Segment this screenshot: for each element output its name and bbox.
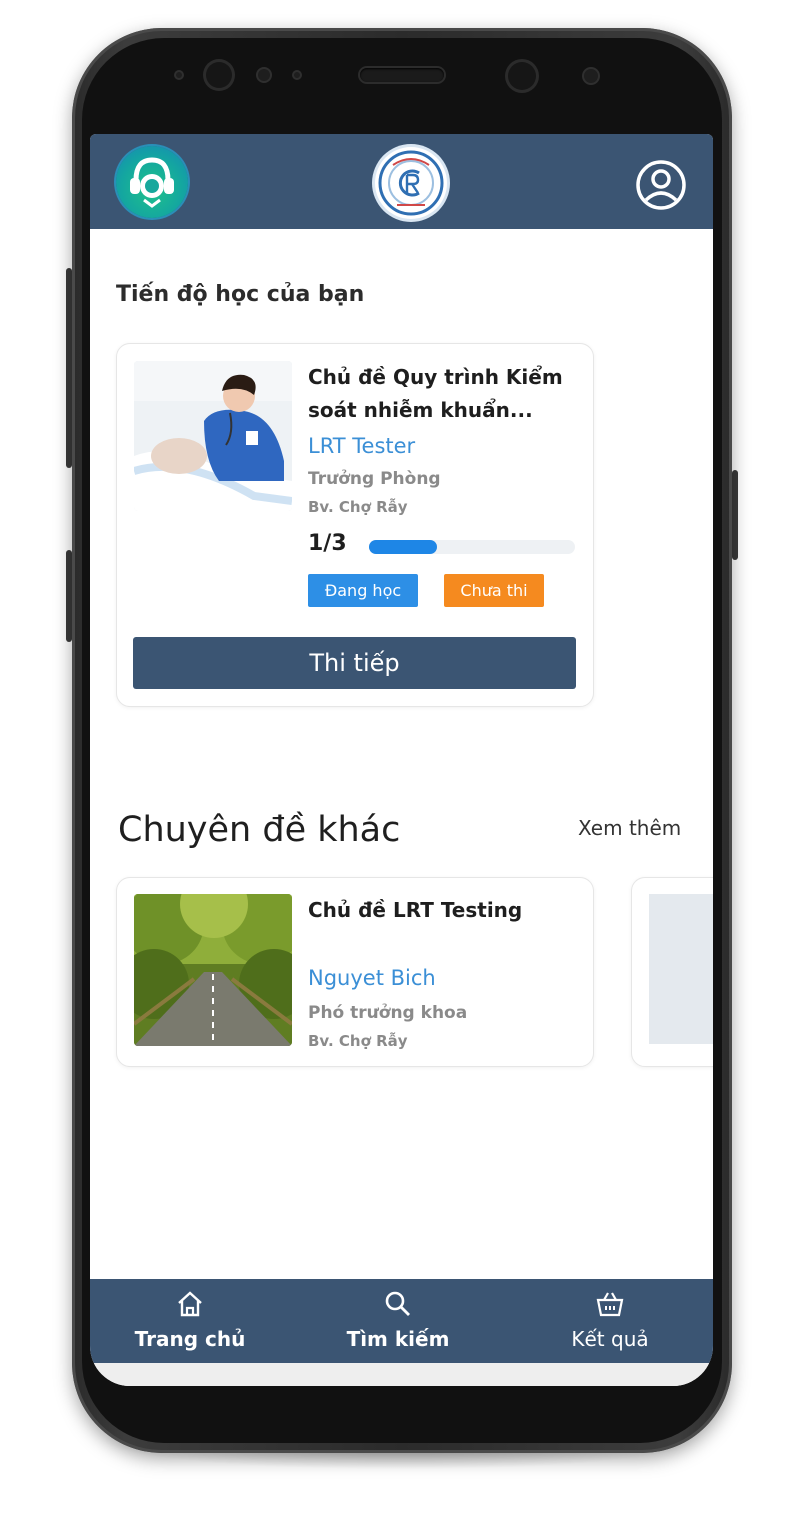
sensor-dot bbox=[294, 72, 300, 78]
author-hospital: Bv. Chợ Rẫy bbox=[308, 1032, 408, 1050]
sensor-dot bbox=[584, 69, 598, 83]
course-author[interactable]: Nguyet Bich bbox=[308, 966, 436, 990]
nav-item-search[interactable]: Tìm kiếm bbox=[328, 1279, 468, 1363]
see-more-link[interactable]: Xem thêm bbox=[578, 816, 681, 840]
sensor-dot bbox=[258, 69, 270, 81]
status-badge-not-tested: Chưa thi bbox=[444, 574, 544, 607]
progress-bar bbox=[369, 540, 575, 554]
nav-label-search: Tìm kiếm bbox=[346, 1327, 450, 1351]
secondary-camera bbox=[508, 62, 536, 90]
author-role: Trưởng Phòng bbox=[308, 469, 441, 489]
bottom-navigation: Trang chủ Tìm kiếm Kết quả bbox=[90, 1279, 713, 1363]
app-screen: Tiến độ học của bạn Chủ đề Quy trình Kiể… bbox=[90, 134, 713, 1386]
front-camera bbox=[206, 62, 232, 88]
status-badge-learning: Đang học bbox=[308, 574, 418, 607]
course-title: Chủ đề LRT Testing bbox=[308, 898, 523, 922]
course-title-line-1: Chủ đề Quy trình Kiểm bbox=[308, 365, 563, 389]
earpiece bbox=[360, 68, 444, 82]
progress-count: 1/3 bbox=[308, 531, 347, 556]
course-title-line-2: soát nhiễm khuẩn... bbox=[308, 398, 533, 422]
progress-section-title: Tiến độ học của bạn bbox=[116, 282, 365, 307]
other-topics-title: Chuyên đề khác bbox=[118, 810, 401, 850]
home-icon bbox=[174, 1289, 206, 1319]
continue-exam-button[interactable]: Thi tiếp bbox=[133, 637, 576, 689]
sensor-dot bbox=[176, 72, 182, 78]
results-basket-icon bbox=[594, 1289, 626, 1319]
course-progress-card[interactable]: Chủ đề Quy trình Kiểm soát nhiễm khuẩn..… bbox=[116, 343, 594, 707]
author-role: Phó trưởng khoa bbox=[308, 1003, 468, 1023]
nav-item-home[interactable]: Trang chủ bbox=[120, 1279, 260, 1363]
course-card-peek[interactable] bbox=[631, 877, 713, 1067]
nav-label-home: Trang chủ bbox=[134, 1327, 246, 1351]
nav-label-results: Kết quả bbox=[571, 1327, 649, 1351]
progress-bar-fill bbox=[369, 540, 437, 554]
power-button bbox=[732, 470, 738, 560]
course-thumbnail-placeholder bbox=[649, 894, 713, 1044]
nav-item-results[interactable]: Kết quả bbox=[540, 1279, 680, 1363]
user-circle-icon[interactable] bbox=[634, 158, 688, 212]
course-thumbnail bbox=[134, 894, 292, 1046]
top-app-bar bbox=[90, 134, 713, 229]
course-card[interactable]: Chủ đề LRT Testing Nguyet Bich Phó trưởn… bbox=[116, 877, 594, 1067]
hospital-emblem-icon bbox=[375, 147, 447, 219]
course-author[interactable]: LRT Tester bbox=[308, 434, 415, 458]
app-logo-icon[interactable] bbox=[116, 146, 188, 218]
home-indicator-area bbox=[90, 1363, 713, 1386]
author-hospital: Bv. Chợ Rẫy bbox=[308, 498, 408, 516]
course-thumbnail bbox=[134, 361, 292, 511]
search-icon bbox=[382, 1289, 414, 1319]
